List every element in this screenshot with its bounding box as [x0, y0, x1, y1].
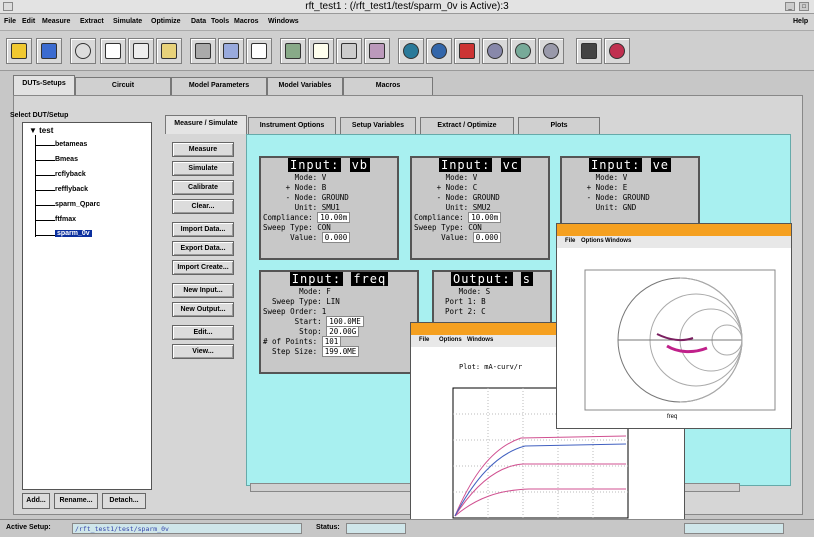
smith-menu-file[interactable]: File	[565, 238, 575, 244]
export-data-button[interactable]: Export Data...	[172, 241, 234, 256]
tab-measure-simulate[interactable]: Measure / Simulate	[165, 115, 247, 134]
input-box-freq[interactable]: Input: freq Mode: F Sweep Type: LIN Swee…	[259, 270, 419, 374]
copy-icon[interactable]	[128, 38, 154, 64]
tree-item[interactable]: ftfmax	[55, 216, 76, 223]
detach-button[interactable]: Detach...	[102, 493, 146, 509]
help-icon[interactable]	[604, 38, 630, 64]
smith-xlabel: freq	[667, 414, 678, 420]
simulate-button[interactable]: Simulate	[172, 161, 234, 176]
settings-icon[interactable]	[538, 38, 564, 64]
tab-circuit[interactable]: Circuit	[75, 77, 171, 95]
active-setup-field: /rft_test1/test/sparm_0v	[72, 523, 302, 534]
tab-extract-optimize[interactable]: Extract / Optimize	[420, 117, 514, 134]
chip-icon[interactable]	[280, 38, 306, 64]
plot-icon[interactable]	[308, 38, 334, 64]
menu-extract[interactable]: Extract	[80, 18, 104, 25]
menu-data[interactable]: Data	[191, 18, 206, 25]
smith-title-bar	[557, 224, 791, 236]
input-box-vb[interactable]: Input: vb Mode: V + Node: B - Node: GROU…	[259, 156, 399, 260]
plot-menu-options[interactable]: Options	[439, 337, 462, 343]
tab-macros[interactable]: Macros	[343, 77, 433, 95]
menu-simulate[interactable]: Simulate	[113, 18, 142, 25]
tree-item[interactable]: betameas	[55, 141, 87, 148]
tree-item[interactable]: rcflyback	[55, 171, 86, 178]
smith-menu-bar: File Options Windows	[557, 236, 791, 248]
edit-button[interactable]: Edit...	[172, 325, 234, 340]
tree-item-selected[interactable]: sparm_0v	[55, 230, 92, 237]
camera-icon[interactable]	[364, 38, 390, 64]
tab-duts-setups[interactable]: DUTs-Setups	[13, 75, 75, 96]
tree-item[interactable]: Bmeas	[55, 156, 78, 163]
save-icon[interactable]	[36, 38, 62, 64]
tab-model-variables[interactable]: Model Variables	[267, 77, 343, 95]
tab-instrument-options[interactable]: Instrument Options	[248, 117, 336, 134]
measure-button[interactable]: Measure	[172, 142, 234, 157]
status-field	[346, 523, 406, 534]
input-box-vc[interactable]: Input: vc Mode: V + Node: C - Node: GROU…	[410, 156, 550, 260]
monitor-icon[interactable]	[218, 38, 244, 64]
active-setup-label: Active Setup:	[6, 524, 51, 531]
print-icon[interactable]	[336, 38, 362, 64]
view-button[interactable]: View...	[172, 344, 234, 359]
circle-icon[interactable]	[482, 38, 508, 64]
tab-setup-variables[interactable]: Setup Variables	[340, 117, 416, 134]
input-box-ve[interactable]: Input: ve Mode: V + Node: E - Node: GROU…	[560, 156, 700, 226]
maximize-icon[interactable]: □	[799, 2, 809, 11]
smith-chart	[584, 269, 776, 411]
calculator-icon[interactable]	[576, 38, 602, 64]
menu-windows[interactable]: Windows	[268, 18, 299, 25]
toolbar	[0, 31, 814, 71]
plot-window-smith[interactable]: File Options Windows freq	[556, 223, 792, 429]
rename-button[interactable]: Rename...	[54, 493, 98, 509]
top-tab-row: DUTs-Setups Circuit Model Parameters Mod…	[0, 71, 814, 96]
paste-icon[interactable]	[156, 38, 182, 64]
tab-model-parameters[interactable]: Model Parameters	[171, 77, 267, 95]
data-icon[interactable]	[246, 38, 272, 64]
add-button[interactable]: Add...	[22, 493, 50, 509]
undo-icon[interactable]	[70, 38, 96, 64]
menu-tools[interactable]: Tools	[211, 18, 229, 25]
import-create-button[interactable]: Import Create...	[172, 260, 234, 275]
tree-item[interactable]: sparm_Qparc	[55, 201, 100, 208]
status-label: Status:	[316, 524, 340, 531]
menu-help[interactable]: Help	[793, 18, 808, 25]
smith-menu-options[interactable]: Options	[581, 238, 604, 244]
smith-menu-windows[interactable]: Windows	[605, 238, 631, 244]
output-box-s[interactable]: Output: s Mode: S Port 1: B Port 2: C	[432, 270, 552, 330]
new-output-button[interactable]: New Output...	[172, 302, 234, 317]
menu-macros[interactable]: Macros	[234, 18, 259, 25]
menu-measure[interactable]: Measure	[42, 18, 70, 25]
disk-icon[interactable]	[426, 38, 452, 64]
measure-icon[interactable]	[100, 38, 126, 64]
clear-button[interactable]: Clear...	[172, 199, 234, 214]
status-field-right	[684, 523, 784, 534]
menu-edit[interactable]: Edit	[22, 18, 35, 25]
network-icon[interactable]	[398, 38, 424, 64]
plot-menu-windows[interactable]: Windows	[467, 337, 493, 343]
plot-menu-file[interactable]: File	[419, 337, 429, 343]
status-bar: Active Setup: /rft_test1/test/sparm_0v S…	[0, 519, 814, 537]
menu-bar: File Edit Measure Extract Simulate Optim…	[0, 14, 814, 31]
gear-icon[interactable]	[510, 38, 536, 64]
calibrate-button[interactable]: Calibrate	[172, 180, 234, 195]
title-bar: rft_test1 : (/rft_test1/test/sparm_0v is…	[0, 0, 814, 14]
tab-plots[interactable]: Plots	[518, 117, 600, 134]
new-input-button[interactable]: New Input...	[172, 283, 234, 298]
minimize-icon[interactable]: _	[785, 2, 795, 11]
schematic-icon[interactable]	[190, 38, 216, 64]
dut-tree[interactable]: ▼ test betameas Bmeas rcflyback refflyba…	[22, 122, 152, 490]
probe-icon[interactable]	[454, 38, 480, 64]
open-icon[interactable]	[6, 38, 32, 64]
menu-file[interactable]: File	[4, 18, 16, 25]
plot-header: Plot: mA-curv/r	[459, 363, 523, 371]
window-title: rft_test1 : (/rft_test1/test/sparm_0v is…	[305, 1, 509, 12]
tree-root[interactable]: ▼ test	[29, 126, 53, 135]
select-dut-label: Select DUT/Setup	[10, 112, 69, 119]
menu-optimize[interactable]: Optimize	[151, 18, 181, 25]
import-data-button[interactable]: Import Data...	[172, 222, 234, 237]
tree-item[interactable]: refflyback	[55, 186, 88, 193]
